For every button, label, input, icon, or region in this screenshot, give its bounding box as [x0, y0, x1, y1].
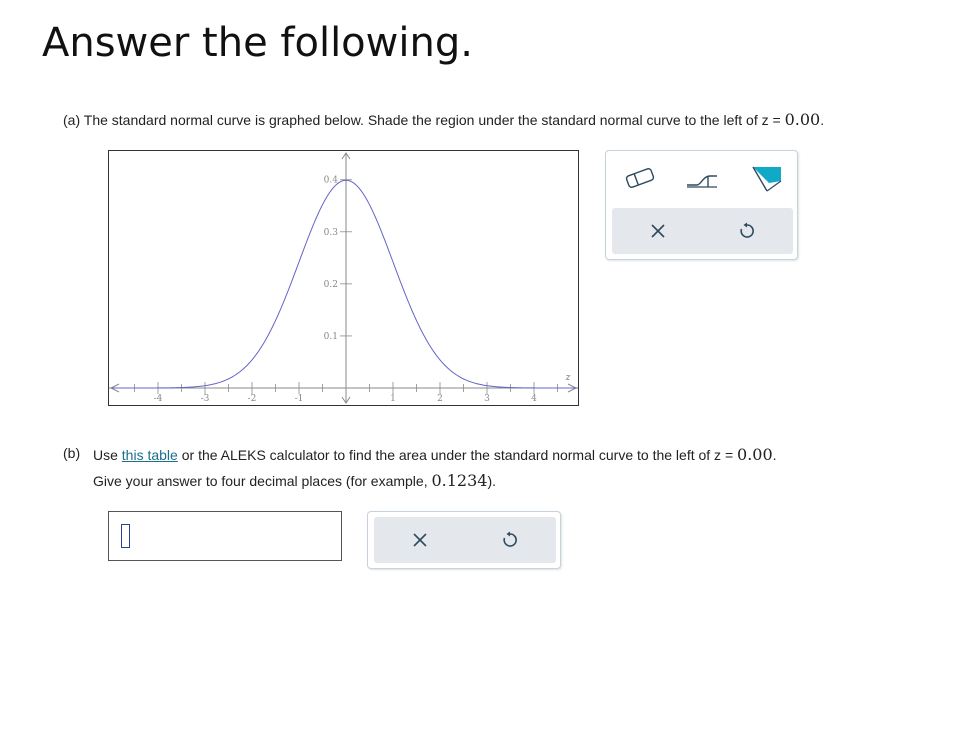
- period: .: [772, 447, 777, 463]
- x-tick-label: -1: [295, 394, 304, 404]
- normal-curve-graph[interactable]: -4 -3 -2 -1 1 2 3 4 0.1 0.2 0.3 0.4 z: [108, 150, 579, 406]
- question-a-text: The standard normal curve is graphed bel…: [83, 112, 769, 128]
- example-value: 0.1234: [431, 471, 488, 490]
- equals-sign: =: [768, 112, 785, 128]
- y-tick-label: 0.1: [324, 332, 338, 342]
- shade-region-tool-icon[interactable]: [745, 160, 785, 196]
- x-tick-label: 3: [484, 394, 490, 404]
- z-value: 0.00: [737, 445, 773, 464]
- question-b-text: or the ALEKS calculator to find the area…: [177, 447, 722, 463]
- x-tick-label: 4: [531, 394, 537, 404]
- y-tick-label: 0.2: [324, 280, 338, 290]
- answer-input[interactable]: [135, 522, 339, 552]
- answer-action-bar: [374, 517, 556, 563]
- left-shade-tool-icon[interactable]: [681, 160, 721, 196]
- eraser-icon[interactable]: [620, 160, 660, 196]
- x-axis-variable-label: z: [565, 373, 571, 383]
- question-b-text-use: Use: [93, 447, 122, 463]
- x-tick-label: -4: [154, 394, 163, 404]
- x-tick-label: -2: [248, 394, 257, 404]
- question-b-line1: Use this table or the ALEKS calculator t…: [93, 445, 777, 464]
- period: .: [820, 112, 825, 128]
- instruction-end: ).: [487, 473, 497, 489]
- answer-action-panel: [367, 511, 561, 569]
- undo-icon[interactable]: [492, 524, 528, 556]
- question-a-label: (a): [63, 112, 81, 128]
- instruction-text: Give your answer to four decimal places …: [93, 473, 432, 489]
- x-tick-label: -3: [201, 394, 210, 404]
- table-link[interactable]: this table: [122, 447, 178, 463]
- y-tick-label: 0.3: [324, 228, 339, 238]
- question-b-label: (b): [63, 445, 81, 461]
- undo-icon[interactable]: [729, 215, 765, 247]
- graph-action-bar: [612, 208, 793, 254]
- graph-canvas[interactable]: -4 -3 -2 -1 1 2 3 40.10.20.30.4z: [109, 151, 578, 405]
- question-b-line2: Give your answer to four decimal places …: [93, 471, 496, 490]
- page-heading: Answer the following.: [42, 20, 473, 66]
- text-cursor: [121, 524, 130, 548]
- x-tick-label: 2: [437, 394, 443, 404]
- answer-field[interactable]: [108, 511, 342, 561]
- equals-sign: =: [721, 447, 738, 463]
- clear-icon[interactable]: [402, 524, 438, 556]
- question-a: (a) The standard normal curve is graphed…: [63, 110, 824, 129]
- x-tick-label: 1: [390, 394, 396, 404]
- graph-tool-panel: [605, 150, 798, 260]
- clear-icon[interactable]: [640, 215, 676, 247]
- z-value: 0.00: [784, 110, 821, 129]
